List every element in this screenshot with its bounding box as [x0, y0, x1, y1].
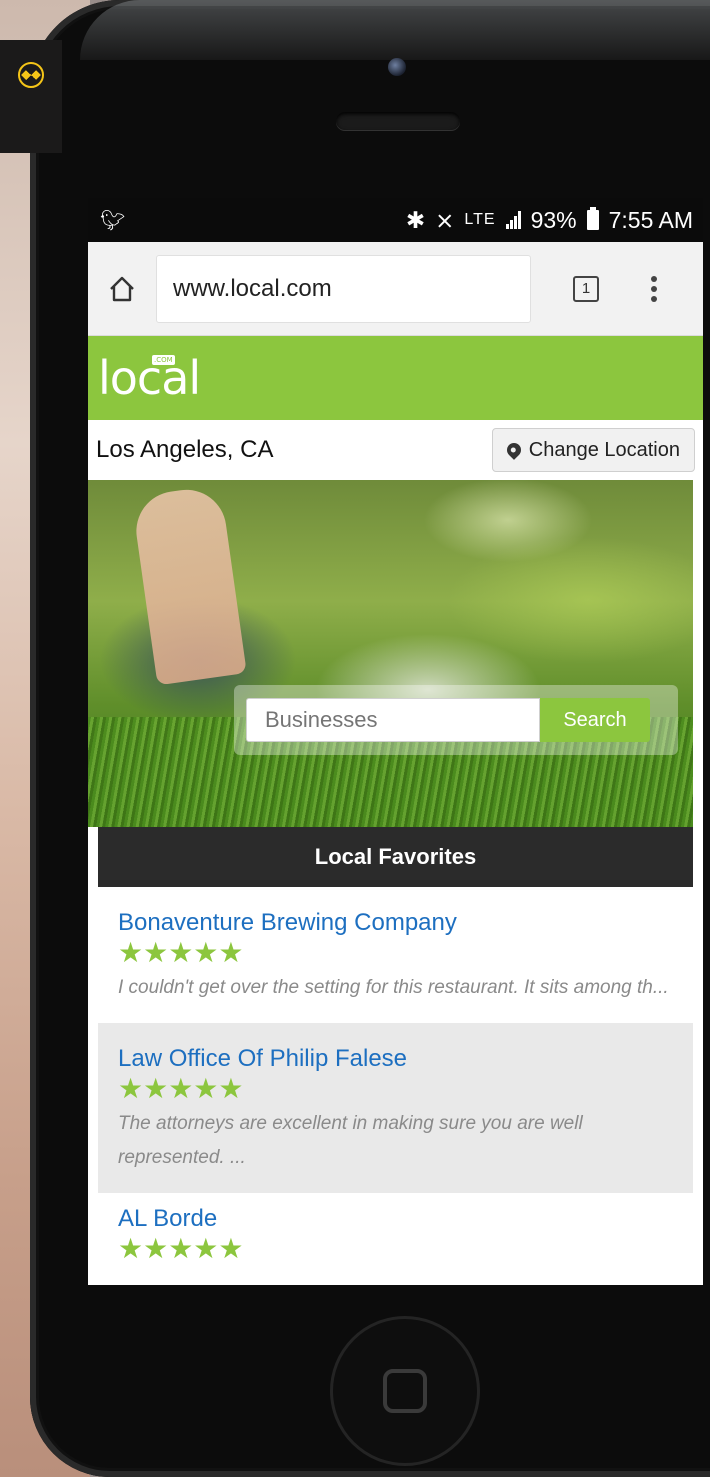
corner-badge[interactable] — [0, 40, 62, 153]
favorites-list: Bonaventure Brewing Company ★★★★★ I coul… — [98, 887, 693, 1285]
list-item[interactable]: Bonaventure Brewing Company ★★★★★ I coul… — [98, 887, 693, 1023]
business-search-input[interactable] — [246, 698, 540, 742]
list-item[interactable]: Law Office Of Philip Falese ★★★★★ The at… — [98, 1023, 693, 1193]
business-name-link[interactable]: Law Office Of Philip Falese — [118, 1045, 675, 1073]
change-location-button[interactable]: Change Location — [491, 428, 695, 472]
status-indicators: ✱ ⨯ LTE 93% 7:55 AM — [406, 207, 693, 234]
star-rating: ★★★★★ — [118, 937, 244, 968]
brand-header: local .COM — [88, 336, 703, 420]
home-square-icon — [383, 1369, 427, 1413]
current-city: Los Angeles, CA — [96, 436, 274, 463]
list-item[interactable]: AL Borde ★★★★★ — [98, 1193, 693, 1285]
review-snippet: I couldn't get over the setting for this… — [118, 977, 669, 998]
speaker-grille — [336, 112, 460, 130]
home-button[interactable] — [330, 1316, 480, 1466]
star-rating: ★★★★★ — [118, 1073, 244, 1104]
business-name-link[interactable]: AL Borde — [118, 1205, 675, 1233]
location-bar: Los Angeles, CA Change Location — [88, 420, 703, 480]
phone-screen: 🐦︎ ✱ ⨯ LTE 93% 7:55 AM www.local.com 1 l… — [88, 198, 703, 1285]
map-pin-icon — [503, 440, 524, 460]
search-button[interactable]: Search — [540, 698, 650, 742]
review-snippet: The attorneys are excellent in making su… — [118, 1113, 583, 1168]
camera-icon — [388, 58, 406, 76]
status-time: 7:55 AM — [608, 206, 693, 233]
mute-icon: ⨯ — [435, 206, 455, 233]
battery-icon — [586, 207, 599, 230]
browser-toolbar: www.local.com 1 — [88, 242, 703, 336]
favorites-header: Local Favorites — [98, 827, 693, 887]
local-logo[interactable]: local .COM — [98, 351, 201, 405]
business-name-link[interactable]: Bonaventure Brewing Company — [118, 909, 675, 937]
browser-home-icon[interactable] — [100, 267, 144, 311]
overflow-menu-icon[interactable] — [651, 275, 657, 302]
bluetooth-icon: ✱ — [405, 206, 426, 233]
url-field[interactable]: www.local.com — [156, 254, 531, 323]
status-bar: 🐦︎ ✱ ⨯ LTE 93% 7:55 AM — [88, 198, 703, 242]
compass-icon — [18, 62, 44, 88]
tabs-icon[interactable]: 1 — [573, 275, 599, 302]
logo-badge: .COM — [152, 355, 175, 365]
lte-label: LTE — [464, 211, 496, 228]
change-location-label: Change Location — [528, 438, 680, 461]
battery-percent: 93% — [530, 206, 577, 233]
hero-photo-feet — [131, 484, 247, 686]
star-rating: ★★★★★ — [118, 1233, 244, 1264]
twitter-icon: 🐦︎ — [100, 209, 126, 232]
hero-image: Search — [88, 480, 693, 827]
signal-icon — [505, 211, 521, 229]
search-panel: Search — [234, 685, 678, 755]
